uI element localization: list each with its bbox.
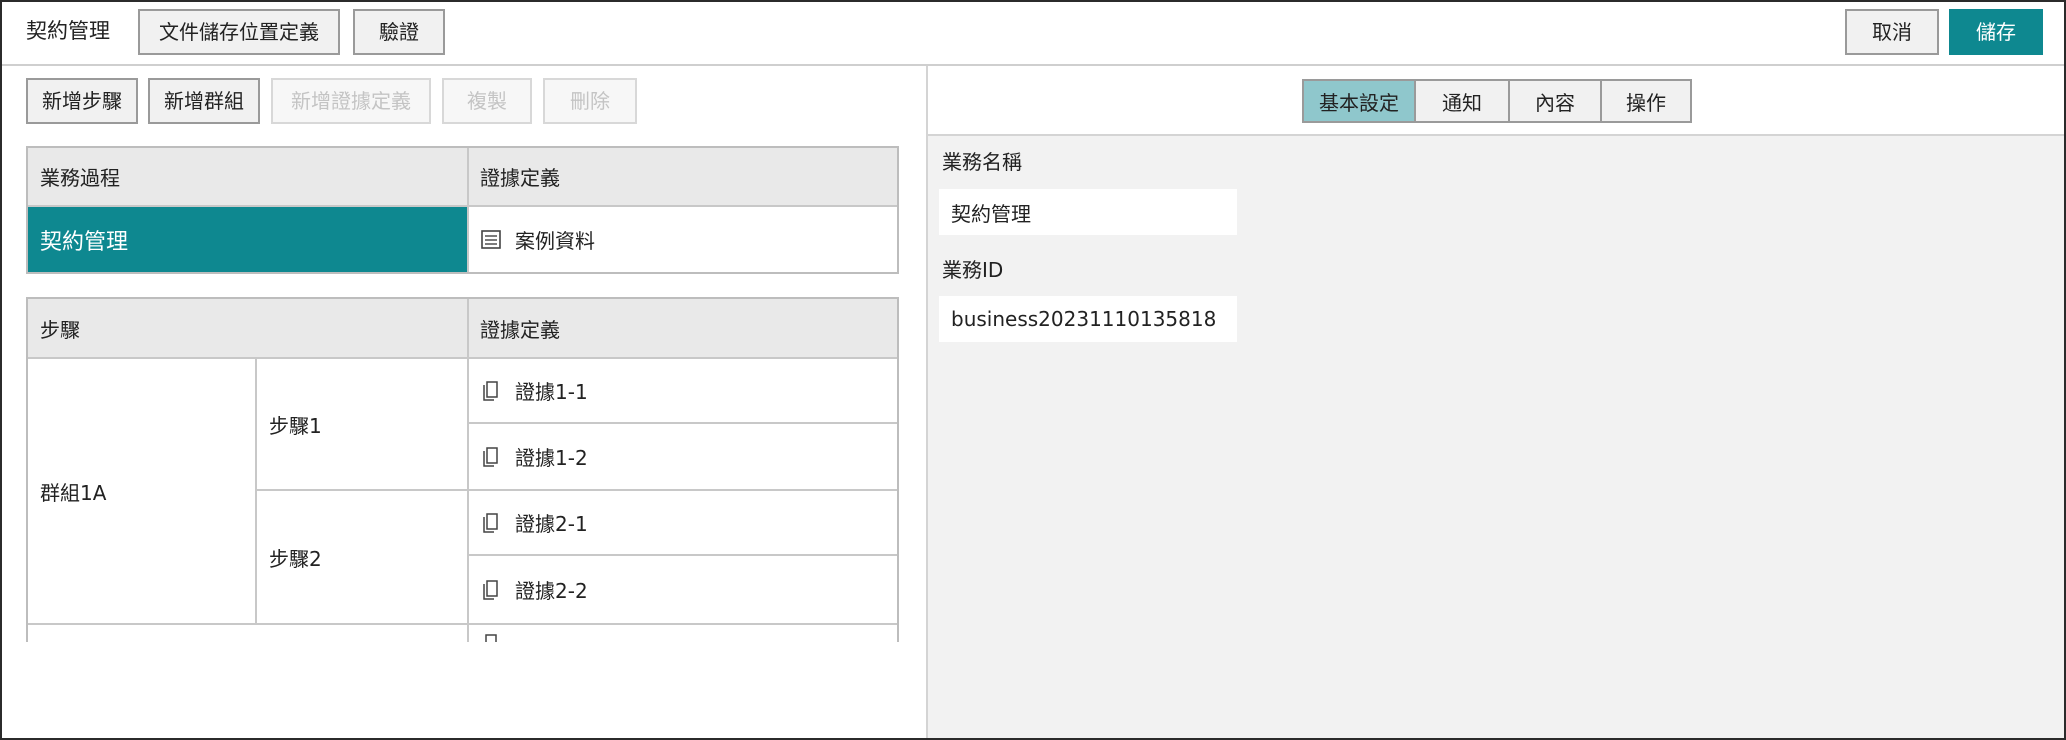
evidence-label: 證據2-1: [515, 512, 588, 536]
group-cell[interactable]: 群組1A: [28, 359, 255, 623]
business-name-label: 業務名稱: [942, 150, 1022, 174]
document-icon: [483, 579, 498, 600]
evidence-row[interactable]: 證據2-1: [469, 491, 897, 554]
properties-panel: 基本設定 通知 內容 操作 業務名稱 契約管理 業務ID business202…: [928, 68, 2064, 738]
copy-button[interactable]: 複製: [442, 78, 532, 124]
evidence-label: 證據2-2: [515, 579, 588, 603]
document-icon: [483, 380, 498, 401]
column-header-evidence: 證據定義: [468, 299, 897, 357]
document-icon: [485, 634, 497, 642]
save-button[interactable]: 儲存: [1949, 9, 2043, 55]
document-location-button[interactable]: 文件儲存位置定義: [138, 9, 340, 55]
step-cell[interactable]: 步驟2: [257, 491, 467, 623]
cancel-button[interactable]: 取消: [1845, 9, 1939, 55]
process-table: 業務過程 證據定義 契約管理 案例資料: [26, 146, 899, 274]
business-name-input[interactable]: 契約管理: [939, 189, 1237, 235]
add-group-button[interactable]: 新增群組: [148, 78, 260, 124]
tab-notifications[interactable]: 通知: [1414, 79, 1510, 123]
list-icon: [481, 229, 501, 249]
add-step-button[interactable]: 新增步驟: [26, 78, 138, 124]
tab-content[interactable]: 內容: [1508, 79, 1602, 123]
document-icon: [483, 446, 498, 467]
delete-button[interactable]: 刪除: [543, 78, 637, 124]
add-evidence-definition-button[interactable]: 新增證據定義: [271, 78, 431, 124]
tab-bar: 基本設定 通知 內容 操作: [928, 68, 2064, 136]
steps-table: 步驟 證據定義 群組1A 步驟1 步驟2 證據1-1 證據1-2 證據2-1 證…: [26, 297, 899, 642]
evidence-label: 案例資料: [515, 229, 595, 253]
column-header-process: 業務過程: [28, 148, 468, 205]
tab-basic-settings[interactable]: 基本設定: [1302, 79, 1416, 123]
evidence-row[interactable]: 證據2-2: [469, 556, 897, 623]
evidence-label: 證據1-2: [515, 446, 588, 470]
process-editor-panel: 新增步驟 新增群組 新增證據定義 複製 刪除 業務過程 證據定義 契約管理 案例…: [2, 68, 928, 738]
validate-button[interactable]: 驗證: [353, 9, 445, 55]
business-id-input[interactable]: business20231110135818: [939, 296, 1237, 342]
document-icon: [483, 512, 498, 533]
tab-actions[interactable]: 操作: [1600, 79, 1692, 123]
evidence-label: 證據1-1: [515, 380, 588, 404]
process-row-selected[interactable]: 契約管理: [28, 207, 467, 272]
business-id-label: 業務ID: [942, 258, 1004, 282]
step-cell[interactable]: 步驟1: [257, 359, 467, 489]
evidence-row[interactable]: 證據1-2: [469, 424, 897, 489]
evidence-row[interactable]: 證據1-1: [469, 359, 897, 422]
column-header-evidence: 證據定義: [468, 148, 897, 205]
page-title: 契約管理: [26, 19, 110, 43]
top-bar: 契約管理 文件儲存位置定義 驗證 取消 儲存: [2, 2, 2064, 66]
column-header-step: 步驟: [28, 299, 468, 357]
process-evidence-cell[interactable]: 案例資料: [469, 207, 897, 272]
